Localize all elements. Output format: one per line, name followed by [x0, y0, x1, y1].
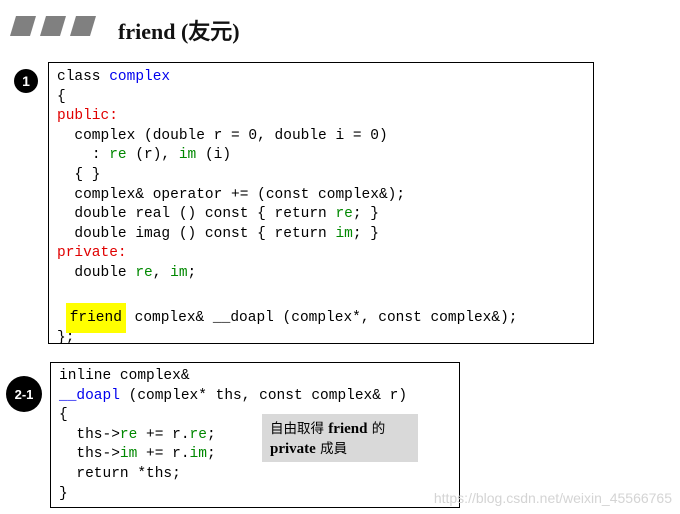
code-line: : re (r), im (i)	[57, 146, 585, 166]
class-definition-code-block: class complex { public: complex (double …	[48, 62, 594, 346]
field-separator: ,	[152, 264, 171, 281]
statement-end: ;	[206, 426, 216, 443]
code-line: }	[59, 485, 68, 502]
ths-pointer: ths->	[76, 446, 120, 463]
empty-body: { }	[74, 166, 101, 183]
code-line: {	[57, 88, 66, 105]
add-assign: += r.	[137, 426, 190, 443]
class-name: complex	[109, 69, 171, 85]
statement-end: ;	[206, 446, 216, 463]
title-stripes-decoration	[10, 16, 96, 36]
public-label: public:	[57, 108, 118, 125]
add-assign: += r.	[137, 446, 190, 463]
private-label: private:	[57, 245, 127, 262]
member-re: re	[119, 426, 138, 443]
member-im: im	[178, 147, 197, 164]
code-line: double imag () const { return im; }	[57, 225, 585, 245]
note-text: 成員	[315, 441, 348, 457]
code-line: double real () const { return re; }	[57, 205, 585, 225]
imag-function: double imag () const { return	[74, 225, 336, 242]
member-re: re	[335, 206, 353, 223]
operator-declaration: complex& operator += (const complex&);	[74, 186, 406, 203]
code-line: complex (double r = 0, double i = 0)	[57, 127, 585, 147]
step-badge-1: 1	[14, 69, 38, 93]
function-name: __doapl	[59, 387, 120, 404]
code-line: inline complex&	[59, 368, 190, 384]
note-bold-private: private	[270, 441, 316, 457]
code-line: };	[57, 329, 75, 346]
code-line: class complex	[57, 68, 585, 88]
code-line: { }	[57, 166, 585, 186]
return-statement: return *ths;	[76, 465, 181, 482]
init-arg: (i)	[196, 147, 232, 164]
friend-declaration-line: friend complex& __doapl (complex*, const…	[57, 302, 585, 333]
field-end: ;	[187, 264, 197, 281]
init-colon: :	[91, 147, 110, 164]
source-watermark: https://blog.csdn.net/weixin_45566765	[433, 490, 672, 506]
code-line: complex& operator += (const complex&);	[57, 186, 585, 206]
step-badge-2-1: 2-1	[6, 376, 42, 412]
class-keyword: class	[57, 69, 101, 85]
friend-declaration: complex& __doapl (complex*, const comple…	[125, 309, 518, 326]
ths-pointer: ths->	[76, 426, 120, 443]
member-re: re	[189, 426, 207, 443]
slide-title: friend (友元)	[118, 19, 240, 44]
member-im: im	[119, 446, 138, 463]
member-im: im	[189, 446, 207, 463]
note-line-2: private 成員	[270, 439, 410, 459]
code-line: double re, im;	[57, 264, 585, 284]
member-re: re	[109, 147, 127, 164]
note-bold-friend: friend	[328, 421, 368, 437]
friend-keyword-highlight: friend	[65, 302, 126, 333]
real-function: double real () const { return	[74, 206, 336, 223]
field-type: double	[74, 264, 136, 281]
member-im: im	[335, 225, 353, 242]
function-params: (complex* ths, const complex& r)	[119, 387, 408, 404]
code-line: return *ths;	[59, 465, 451, 485]
friend-access-note: 自由取得 friend 的 private 成員	[262, 414, 418, 462]
note-line-1: 自由取得 friend 的	[270, 419, 410, 439]
member-im: im	[170, 264, 188, 281]
real-function-end: ; }	[352, 206, 379, 223]
member-re: re	[135, 264, 153, 281]
constructor-signature: complex (double r = 0, double i = 0)	[74, 127, 388, 144]
note-text: 的	[367, 421, 386, 437]
init-arg: (r),	[126, 147, 179, 164]
code-line: __doapl (complex* ths, const complex& r)	[59, 387, 451, 407]
note-text: 自由取得	[270, 421, 329, 437]
imag-function-end: ; }	[352, 225, 379, 242]
